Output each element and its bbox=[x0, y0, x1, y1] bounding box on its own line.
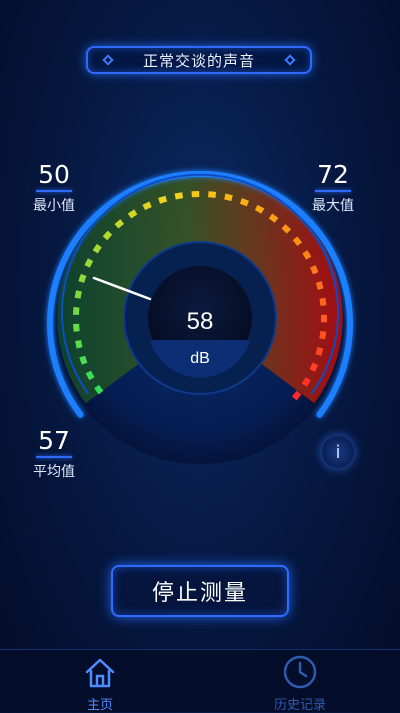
gauge-tick bbox=[295, 238, 300, 244]
gauge-tick bbox=[117, 222, 123, 227]
gauge-tick bbox=[305, 252, 309, 258]
gauge-tick bbox=[87, 260, 90, 267]
info-icon: i bbox=[335, 442, 340, 463]
gauge-tick bbox=[76, 307, 77, 315]
gauge-tick bbox=[322, 331, 323, 338]
gauge-tick bbox=[88, 372, 92, 379]
gauge-tick bbox=[82, 357, 85, 364]
info-button[interactable]: i bbox=[322, 436, 354, 468]
gauge-tick bbox=[97, 387, 101, 393]
gauge-tick bbox=[175, 195, 182, 196]
gauge-tick bbox=[95, 246, 99, 252]
gauge-tick bbox=[105, 233, 110, 239]
gauge-tick bbox=[318, 348, 320, 355]
gauge-tick bbox=[208, 194, 216, 195]
nav-home[interactable]: 主页 bbox=[40, 650, 160, 713]
gauge-tick bbox=[313, 266, 316, 273]
home-icon bbox=[83, 656, 117, 690]
clock-icon bbox=[282, 654, 318, 690]
gauge-tick bbox=[241, 201, 248, 204]
gauge-tick bbox=[294, 393, 299, 399]
gauge-tick bbox=[319, 282, 321, 289]
nav-history[interactable]: 历史记录 bbox=[240, 650, 360, 713]
nav-home-label: 主页 bbox=[40, 694, 160, 713]
decibel-value: 58 bbox=[187, 308, 214, 335]
gauge-tick bbox=[312, 364, 315, 371]
gauge-tick bbox=[130, 212, 136, 216]
gauge-tick bbox=[81, 275, 83, 282]
gauge-tick bbox=[225, 197, 232, 199]
decibel-unit: dB bbox=[190, 350, 210, 367]
bottom-navigation: 主页 历史记录 bbox=[0, 649, 400, 712]
gauge-tick bbox=[159, 199, 166, 201]
gauge-tick bbox=[322, 298, 323, 305]
stop-measurement-button[interactable]: 停止测量 bbox=[111, 565, 289, 617]
gauge-tick bbox=[256, 208, 263, 212]
gauge-tick bbox=[78, 291, 79, 298]
nav-history-label: 历史记录 bbox=[240, 694, 360, 713]
gauge-tick bbox=[76, 324, 77, 332]
gauge-tick bbox=[78, 341, 80, 348]
gauge-tick bbox=[144, 204, 151, 207]
gauge-tick bbox=[271, 216, 277, 220]
gauge-tick bbox=[304, 379, 308, 385]
gauge-tick bbox=[284, 226, 289, 231]
